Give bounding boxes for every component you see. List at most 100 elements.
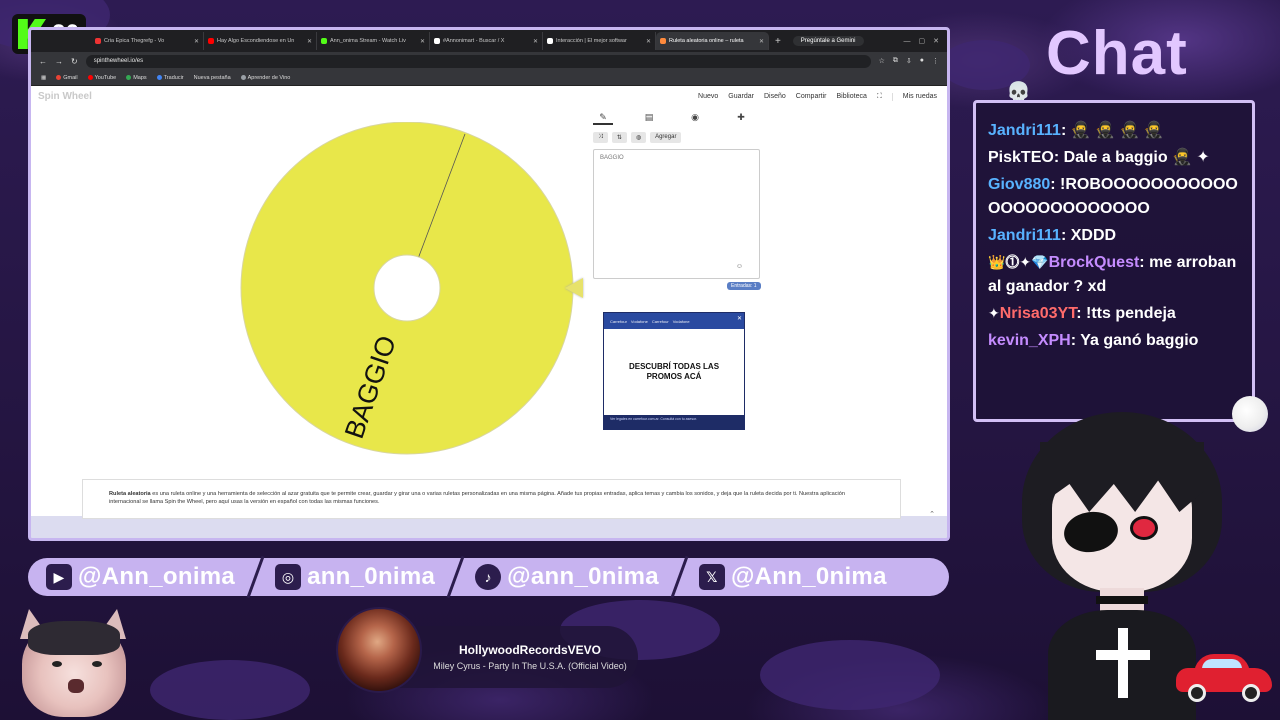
site-menu: Nuevo Guardar Diseño Compartir Bibliotec… bbox=[698, 93, 937, 101]
bookmark-item[interactable]: YouTube bbox=[87, 75, 116, 81]
back-icon[interactable]: ← bbox=[39, 57, 47, 66]
chat-panel: Jandri111: 🥷 🥷 🥷 🥷 PiskTEO: Dale a baggi… bbox=[973, 100, 1255, 422]
clipboard-icon[interactable]: ▤ bbox=[639, 112, 659, 125]
instagram-icon: ◎ bbox=[275, 564, 302, 590]
forward-icon[interactable]: → bbox=[55, 57, 63, 66]
menu-design[interactable]: Diseño bbox=[764, 93, 786, 101]
social-youtube: ▶ @Ann_onima bbox=[46, 563, 235, 591]
browser-tab[interactable]: #Annonimart - Buscar / X ✕ bbox=[430, 32, 543, 50]
menu-share[interactable]: Compartir bbox=[796, 93, 827, 101]
ad-brand-strip: Carrefour Vodafone Carrefour Vodafone bbox=[604, 313, 744, 329]
bookmark-item[interactable]: Nueva pestaña bbox=[194, 75, 231, 81]
bookmark-label: Gmail bbox=[63, 74, 78, 81]
chat-username: PiskTEO bbox=[988, 149, 1054, 166]
close-icon[interactable]: ✕ bbox=[194, 38, 199, 45]
emoji-icon[interactable]: ☺ bbox=[736, 263, 743, 270]
browser-tab[interactable]: Interacción | El mejor softwar ✕ bbox=[543, 32, 656, 50]
minimize-icon[interactable]: — bbox=[904, 38, 911, 45]
entries-textarea[interactable]: BAGGIO ☺ bbox=[593, 149, 760, 279]
cross-icon bbox=[1096, 628, 1150, 698]
bookmark-item[interactable]: Gmail bbox=[56, 74, 78, 81]
add-entry-button[interactable]: Agregar bbox=[650, 132, 682, 143]
wheel-graphic[interactable]: BAGGIO bbox=[237, 121, 577, 462]
maximize-icon[interactable]: ▢ bbox=[919, 37, 926, 45]
advertisement[interactable]: Carrefour Vodafone Carrefour Vodafone ✕ … bbox=[603, 312, 745, 430]
scroll-up-icon[interactable]: ⌃ bbox=[929, 510, 935, 518]
bookmark-item[interactable]: Maps bbox=[126, 75, 147, 81]
social-handle: @Ann_0nima bbox=[730, 563, 887, 590]
now-playing-channel: HollywoodRecordsVEVO bbox=[458, 642, 602, 657]
bookmarks-bar: ▦ Gmail YouTube Maps Traducir Nueva pest… bbox=[31, 70, 947, 86]
window-close-icon[interactable]: ✕ bbox=[933, 37, 939, 45]
profile-icon[interactable]: ● bbox=[920, 57, 924, 65]
new-tab-icon[interactable]: + bbox=[775, 36, 781, 47]
moon-decoration bbox=[1232, 396, 1268, 432]
browser-tab-active[interactable]: Ruleta aleatoria online – ruleta ✕ bbox=[656, 32, 769, 50]
url-text: spinthewheel.io/es bbox=[93, 58, 144, 64]
ad-brand: Carrefour bbox=[651, 318, 669, 324]
tab-label: Ruleta aleatoria online – ruleta bbox=[669, 38, 744, 44]
bookmark-label: Aprender de Vino bbox=[247, 74, 291, 81]
site-logo[interactable]: Spin Wheel bbox=[38, 91, 92, 102]
fullscreen-icon[interactable]: ⛶ bbox=[877, 93, 882, 101]
social-instagram: ◎ ann_0nima bbox=[275, 563, 435, 591]
address-bar[interactable]: spinthewheel.io/es bbox=[85, 54, 871, 68]
bookmark-item[interactable]: Aprender de Vino bbox=[240, 74, 291, 81]
chat-text: Dale a baggio 🥷 ✦ bbox=[1063, 149, 1210, 166]
youtube-icon: ▶ bbox=[46, 564, 72, 590]
entry-tools: ⤨ ⇅ ◍ Agregar bbox=[593, 132, 682, 143]
browser-toolbar: ← → ↻ spinthewheel.io/es ☆ ⧉ ⇩ ● ⋮ bbox=[31, 52, 947, 70]
chat-username: Jandri111 bbox=[988, 122, 1061, 139]
close-icon[interactable]: ✕ bbox=[307, 38, 312, 45]
close-icon[interactable]: ✕ bbox=[646, 38, 651, 45]
car-wheel bbox=[1242, 684, 1260, 702]
bookmark-item[interactable]: Traducir bbox=[156, 74, 184, 81]
hide-eye-icon[interactable]: ◉ bbox=[685, 112, 705, 125]
now-playing-text: HollywoodRecordsVEVO Miley Cyrus - Party… bbox=[422, 643, 638, 672]
apps-grid-icon[interactable]: ▦ bbox=[41, 75, 46, 81]
browser-tab[interactable]: Ann_onima Stream - Watch Liv ✕ bbox=[317, 32, 430, 50]
ad-brand: Carrefour bbox=[610, 318, 627, 324]
color-palette-icon[interactable]: ✚ bbox=[731, 112, 751, 125]
menu-library[interactable]: Biblioteca bbox=[837, 93, 867, 101]
close-icon[interactable]: ✕ bbox=[420, 38, 425, 45]
gemini-button[interactable]: Pregúntale a Gemini bbox=[792, 36, 864, 46]
editor-tabs: ✎ ▤ ◉ ✚ bbox=[593, 112, 751, 125]
edit-pencil-icon[interactable]: ✎ bbox=[593, 112, 613, 125]
image-icon[interactable]: ◍ bbox=[630, 132, 647, 143]
chat-title: Chat bbox=[1046, 19, 1188, 88]
avatar-eye bbox=[1130, 516, 1158, 540]
close-icon[interactable]: ✕ bbox=[533, 38, 538, 45]
chat-text: 🥷 🥷 🥷 🥷 bbox=[1070, 122, 1164, 139]
ad-close-icon[interactable]: ✕ bbox=[737, 315, 742, 322]
sort-icon[interactable]: ⇅ bbox=[611, 132, 627, 143]
chat-username: BrockQuest bbox=[1048, 254, 1140, 271]
chat-username: Nrisa03YT bbox=[999, 305, 1077, 322]
menu-my-wheels[interactable]: Mis ruedas bbox=[891, 93, 937, 101]
tab-favicon-icon bbox=[95, 38, 101, 44]
tab-label: Cria Épica Thegrefg - Vo bbox=[104, 38, 165, 44]
webcam-avatar bbox=[8, 605, 138, 717]
shuffle-icon[interactable]: ⤨ bbox=[593, 132, 608, 143]
menu-kebab-icon[interactable]: ⋮ bbox=[932, 57, 939, 65]
browser-tab[interactable]: Cria Épica Thegrefg - Vo ✕ bbox=[91, 32, 204, 50]
tiktok-icon: ♪ bbox=[475, 564, 502, 590]
youtube-icon bbox=[87, 75, 93, 80]
extensions-icon[interactable]: ⧉ bbox=[893, 57, 898, 65]
browser-tab[interactable]: Hay Algo Escondiendose en Un ✕ bbox=[204, 32, 317, 50]
cat-hair bbox=[28, 621, 120, 655]
bookmark-star-icon[interactable]: ☆ bbox=[879, 57, 885, 65]
tab-strip: Cria Épica Thegrefg - Vo ✕ Hay Algo Esco… bbox=[31, 30, 947, 52]
tab-favicon-icon bbox=[547, 38, 553, 44]
chat-badges: ✦ bbox=[988, 305, 1000, 321]
reload-icon[interactable]: ↻ bbox=[71, 57, 78, 66]
avatar-choker bbox=[1096, 596, 1148, 604]
divider bbox=[247, 558, 263, 596]
close-icon[interactable]: ✕ bbox=[759, 38, 764, 45]
menu-save[interactable]: Guardar bbox=[728, 93, 754, 101]
spin-wheel[interactable]: BAGGIO bbox=[237, 121, 577, 462]
browser-window: Cria Épica Thegrefg - Vo ✕ Hay Algo Esco… bbox=[28, 27, 950, 541]
menu-new[interactable]: Nuevo bbox=[698, 93, 718, 101]
downloads-icon[interactable]: ⇩ bbox=[906, 57, 912, 65]
bookmark-label: Traducir bbox=[163, 74, 184, 81]
